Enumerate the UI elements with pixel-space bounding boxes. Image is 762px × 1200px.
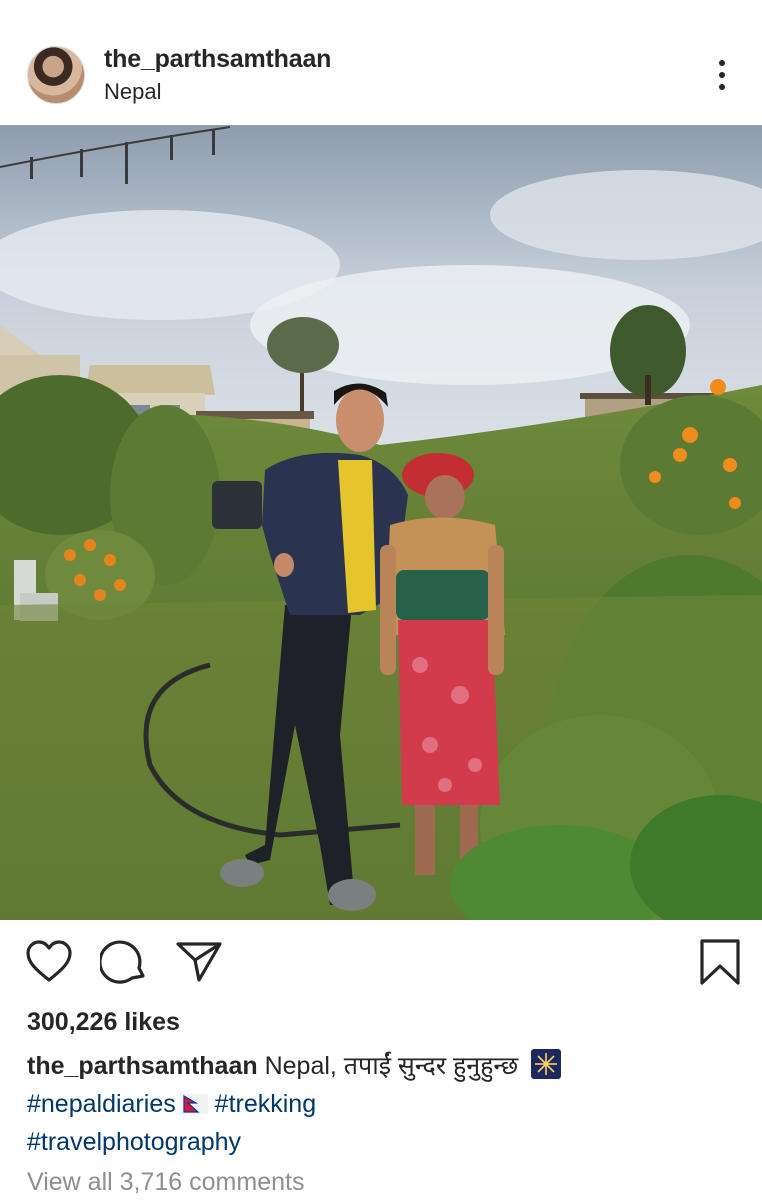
fireworks-emoji-icon <box>531 1049 562 1079</box>
hashtag-travelphotography[interactable]: #travelphotography <box>27 1128 241 1156</box>
comment-icon[interactable] <box>98 938 150 988</box>
avatar[interactable] <box>27 46 85 104</box>
heart-icon[interactable] <box>25 938 75 988</box>
post-username[interactable]: the_parthsamthaan <box>104 45 331 74</box>
post-actions <box>0 938 762 992</box>
bookmark-icon[interactable] <box>697 938 747 988</box>
caption-username[interactable]: the_parthsamthaan <box>27 1052 258 1080</box>
hashtag-trekking[interactable]: #trekking <box>215 1090 316 1118</box>
caption-text: Nepal, तपाईं सुन्दर हुनुहुन्छ <box>264 1052 519 1080</box>
post-caption: the_parthsamthaan Nepal, तपाईं सुन्दर हु… <box>27 1047 727 1161</box>
photo-illustration <box>0 125 762 920</box>
paper-plane-icon[interactable] <box>175 938 225 988</box>
hashtag-nepaldiaries[interactable]: #nepaldiaries <box>27 1090 176 1118</box>
view-comments-link[interactable]: View all 3,716 comments <box>27 1168 304 1197</box>
more-vertical-icon[interactable] <box>708 58 736 92</box>
likes-count[interactable]: 300,226 likes <box>27 1008 180 1037</box>
post-header: the_parthsamthaan Nepal <box>0 30 762 122</box>
post-photo[interactable] <box>0 125 762 920</box>
nepal-flag-emoji-icon <box>179 1087 208 1114</box>
post-location[interactable]: Nepal <box>104 79 161 105</box>
